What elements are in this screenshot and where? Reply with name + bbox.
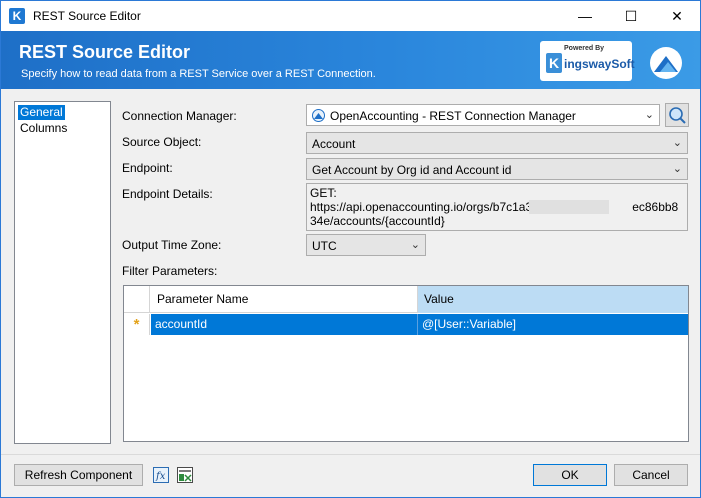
chevron-down-icon: ⌄	[644, 109, 654, 121]
table-row[interactable]: * accountId @[User::Variable]	[124, 314, 688, 335]
rest-source-editor-window: K REST Source Editor — ☐ ✕ REST Source E…	[0, 0, 701, 498]
nav-item-columns[interactable]: Columns	[18, 121, 69, 136]
rest-connection-icon	[312, 109, 325, 122]
filter-parameters-label: Filter Parameters:	[122, 264, 218, 278]
rest-component-logo-icon	[650, 47, 682, 79]
connection-lookup-button[interactable]	[665, 103, 689, 127]
window-title: REST Source Editor	[33, 9, 141, 23]
kingswaysoft-logo: Powered By K ingswaySoft	[540, 41, 635, 81]
connection-manager-select[interactable]: OpenAccounting - REST Connection Manager…	[306, 104, 660, 126]
chevron-down-icon: ⌄	[672, 137, 682, 149]
minimize-button[interactable]: —	[562, 1, 608, 31]
cell-value[interactable]: @[User::Variable]	[418, 314, 688, 335]
cancel-button[interactable]: Cancel	[614, 464, 688, 486]
output-time-zone-select[interactable]: UTC ⌄	[306, 234, 426, 256]
connection-manager-value: OpenAccounting - REST Connection Manager	[330, 109, 576, 123]
header-banner: REST Source Editor Specify how to read d…	[1, 31, 700, 89]
filter-parameters-grid[interactable]: Parameter Name Value * accountId @[User:…	[123, 285, 689, 442]
header-subtitle: Specify how to read data from a REST Ser…	[21, 68, 376, 80]
redacted-region	[529, 200, 609, 214]
endpoint-label: Endpoint:	[122, 161, 173, 175]
header-title: REST Source Editor	[19, 42, 191, 62]
maximize-button[interactable]: ☐	[608, 1, 654, 31]
grid-corner	[124, 286, 150, 313]
source-object-label: Source Object:	[122, 135, 202, 149]
output-time-zone-value: UTC	[312, 239, 337, 253]
refresh-component-button[interactable]: Refresh Component	[14, 464, 143, 486]
chevron-down-icon: ⌄	[672, 163, 682, 175]
brand-name-text: ingswaySoft	[564, 57, 635, 71]
chevron-down-icon: ⌄	[410, 239, 420, 251]
connection-manager-label: Connection Manager:	[122, 109, 237, 123]
new-row-star-icon: *	[124, 314, 150, 335]
ok-button[interactable]: OK	[533, 464, 607, 486]
excel-export-button[interactable]	[177, 467, 193, 483]
endpoint-details-text[interactable]: GET: https://api.openaccounting.io/orgs/…	[306, 183, 688, 231]
grid-header: Parameter Name Value	[124, 286, 688, 313]
page-nav-list: General Columns	[14, 101, 111, 444]
endpoint-value: Get Account by Org id and Account id	[312, 163, 512, 177]
close-button[interactable]: ✕	[654, 1, 700, 31]
footer-bar: Refresh Component fx OK Cancel	[1, 454, 700, 497]
output-time-zone-label: Output Time Zone:	[122, 238, 222, 252]
brand-k-letter: K	[546, 53, 562, 73]
endpoint-select[interactable]: Get Account by Org id and Account id ⌄	[306, 158, 688, 180]
endpoint-details-label: Endpoint Details:	[122, 187, 213, 201]
title-bar: K REST Source Editor — ☐ ✕	[1, 1, 700, 31]
column-header-value[interactable]: Value	[418, 286, 688, 313]
expression-button[interactable]: fx	[153, 467, 169, 483]
kingsway-app-icon: K	[9, 8, 25, 24]
brand-powered-text: Powered By	[564, 45, 605, 52]
cell-parameter-name[interactable]: accountId	[151, 314, 418, 335]
excel-icon	[177, 467, 193, 483]
magnifier-icon	[669, 107, 686, 124]
column-header-parameter-name[interactable]: Parameter Name	[151, 286, 418, 313]
fx-icon: fx	[153, 467, 169, 483]
svg-text:fx: fx	[155, 471, 166, 482]
source-object-select[interactable]: Account ⌄	[306, 132, 688, 154]
source-object-value: Account	[312, 137, 356, 151]
nav-item-general[interactable]: General	[18, 105, 65, 120]
